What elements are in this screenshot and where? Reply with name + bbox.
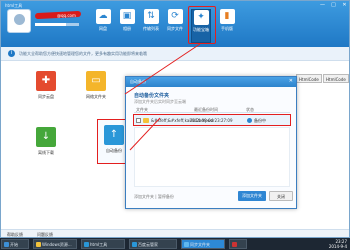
task-start[interactable]: 开始 [1, 239, 29, 249]
task-label: html工具 [90, 242, 108, 247]
task-sync-folder[interactable]: 同步文件夹 [181, 239, 225, 249]
task-html-tool[interactable]: html工具 [81, 239, 125, 249]
tile-label: 同步云盘 [38, 94, 54, 99]
toolbar-label: 网盘 [99, 26, 107, 31]
folder-list [134, 127, 290, 187]
toolbar-label: 手机版 [221, 26, 233, 31]
task-baidu-cloud[interactable]: 百度云管家 [129, 239, 177, 249]
dialog-subtitle: 添加文件夹后实时同步至云端 [134, 99, 186, 104]
close-dialog-button[interactable]: 关闭 [269, 191, 293, 201]
toolbar-label: 相册 [123, 26, 131, 31]
cloud-sync-icon: ✚ [36, 71, 56, 91]
column-name: 文件夹 [136, 107, 148, 112]
toolbar-label: 传输列表 [143, 26, 159, 31]
avatar[interactable] [7, 9, 31, 33]
tab-htmlcode[interactable]: HtmlCode [323, 74, 349, 83]
folder-table-header: 文件夹 最近备份时间 状态 [134, 106, 290, 113]
app-icon [232, 242, 237, 247]
backup-time: 2014-09-04 23:27:09 [190, 118, 233, 123]
toolbar-item-transfers[interactable]: ⇅ 传输列表 [141, 9, 161, 43]
folder-icon [36, 242, 41, 247]
taskbar: 开始 Windows资源... html工具 百度云管家 同步文件夹 23:27… [0, 238, 350, 250]
toolbar-label: 同步文件 [167, 26, 183, 31]
folder-row[interactable]: &#xfeff;&#xfeff;kairlis2ompuor 2014-09-0… [133, 114, 291, 126]
cloud-icon: ☁ [95, 9, 111, 24]
dialog-title: 自动备份 [130, 79, 146, 84]
upload-icon: ↑ [104, 125, 124, 145]
task-label: 同步文件夹 [190, 242, 210, 247]
auto-backup-dialog: 自动备份 ✕ 自动备份文件夹 添加文件夹后实时同步至云端 文件夹 最近备份时间 … [125, 76, 297, 209]
toolbar-item-sync[interactable]: ⟳ 同步文件 [165, 9, 185, 43]
column-status: 状态 [246, 107, 254, 112]
notice-text: 功能大全帮助您方便快速地管理您的文件，更多有趣实用功能即将来临哦 [19, 51, 147, 56]
task-other[interactable] [229, 239, 247, 249]
notice-bar: i 功能大全帮助您方便快速地管理您的文件，更多有趣实用功能即将来临哦 [1, 47, 349, 61]
folder-icon [143, 118, 149, 123]
quota-bar [35, 23, 79, 26]
cloud-icon [132, 242, 137, 247]
backup-status: 备份中 [254, 118, 266, 123]
quota-bar-fill [35, 23, 66, 26]
task-label: Windows资源... [42, 242, 72, 247]
clock[interactable]: 23:27 2014-9-4 [329, 239, 347, 249]
info-icon: i [8, 50, 15, 57]
status-dot-icon [247, 118, 252, 123]
photo-icon: ▣ [119, 9, 135, 24]
column-time: 最近备份时间 [194, 107, 218, 112]
toolbar-item-mobile[interactable]: ▮ 手机版 [217, 9, 237, 43]
dialog-heading: 自动备份文件夹 [134, 93, 170, 99]
tile-offline-download[interactable]: ↓ 离线下载 [31, 127, 61, 169]
dialog-close-icon[interactable]: ✕ [289, 78, 293, 84]
annotation-highlight-toolbox [188, 6, 216, 44]
toolbar-item-photos[interactable]: ▣ 相册 [117, 9, 137, 43]
app-icon [84, 242, 89, 247]
app-window: html工具 — □ ✕ @qq.com ☁ 网盘 ▣ 相册 ⇅ 传输列表 ⟳ … [0, 0, 350, 238]
dialog-footer-links[interactable]: 添加文件夹 | 暂停备份 [134, 194, 174, 200]
tab-htmlcode[interactable]: HtmlCode [296, 74, 322, 83]
folder-icon: ▭ [86, 71, 106, 91]
close-button[interactable]: ✕ [340, 2, 349, 9]
task-label: 开始 [10, 242, 18, 247]
sync-icon: ⟳ [167, 9, 183, 24]
transfer-icon: ⇅ [143, 9, 159, 24]
sync-icon [184, 242, 189, 247]
phone-icon: ▮ [219, 9, 235, 24]
window-controls: — □ ✕ [318, 2, 349, 9]
tile-sync-disk[interactable]: ✚ 同步云盘 [31, 71, 61, 113]
tile-network-folder[interactable]: ▭ 网络文件夹 [81, 71, 111, 113]
add-folder-button[interactable]: 添加文件夹 [238, 191, 266, 201]
task-explorer[interactable]: Windows资源... [33, 239, 77, 249]
row-checkbox[interactable] [136, 118, 141, 123]
start-icon [4, 242, 9, 247]
minimize-button[interactable]: — [318, 2, 327, 9]
download-icon: ↓ [36, 127, 56, 147]
account-email: @qq.com [57, 13, 76, 18]
status-bar: 帮助反馈 问题反馈 [1, 229, 349, 237]
task-label: 百度云管家 [138, 242, 158, 247]
toolbar-item-netdisk[interactable]: ☁ 网盘 [93, 9, 113, 43]
clock-date: 2014-9-4 [328, 244, 347, 249]
header-bar: html工具 — □ ✕ @qq.com ☁ 网盘 ▣ 相册 ⇅ 传输列表 ⟳ … [1, 1, 349, 47]
maximize-button[interactable]: □ [329, 2, 338, 9]
tile-label: 网络文件夹 [86, 94, 106, 99]
tile-label: 离线下载 [38, 150, 54, 155]
dialog-title-bar: 自动备份 ✕ [126, 77, 296, 87]
